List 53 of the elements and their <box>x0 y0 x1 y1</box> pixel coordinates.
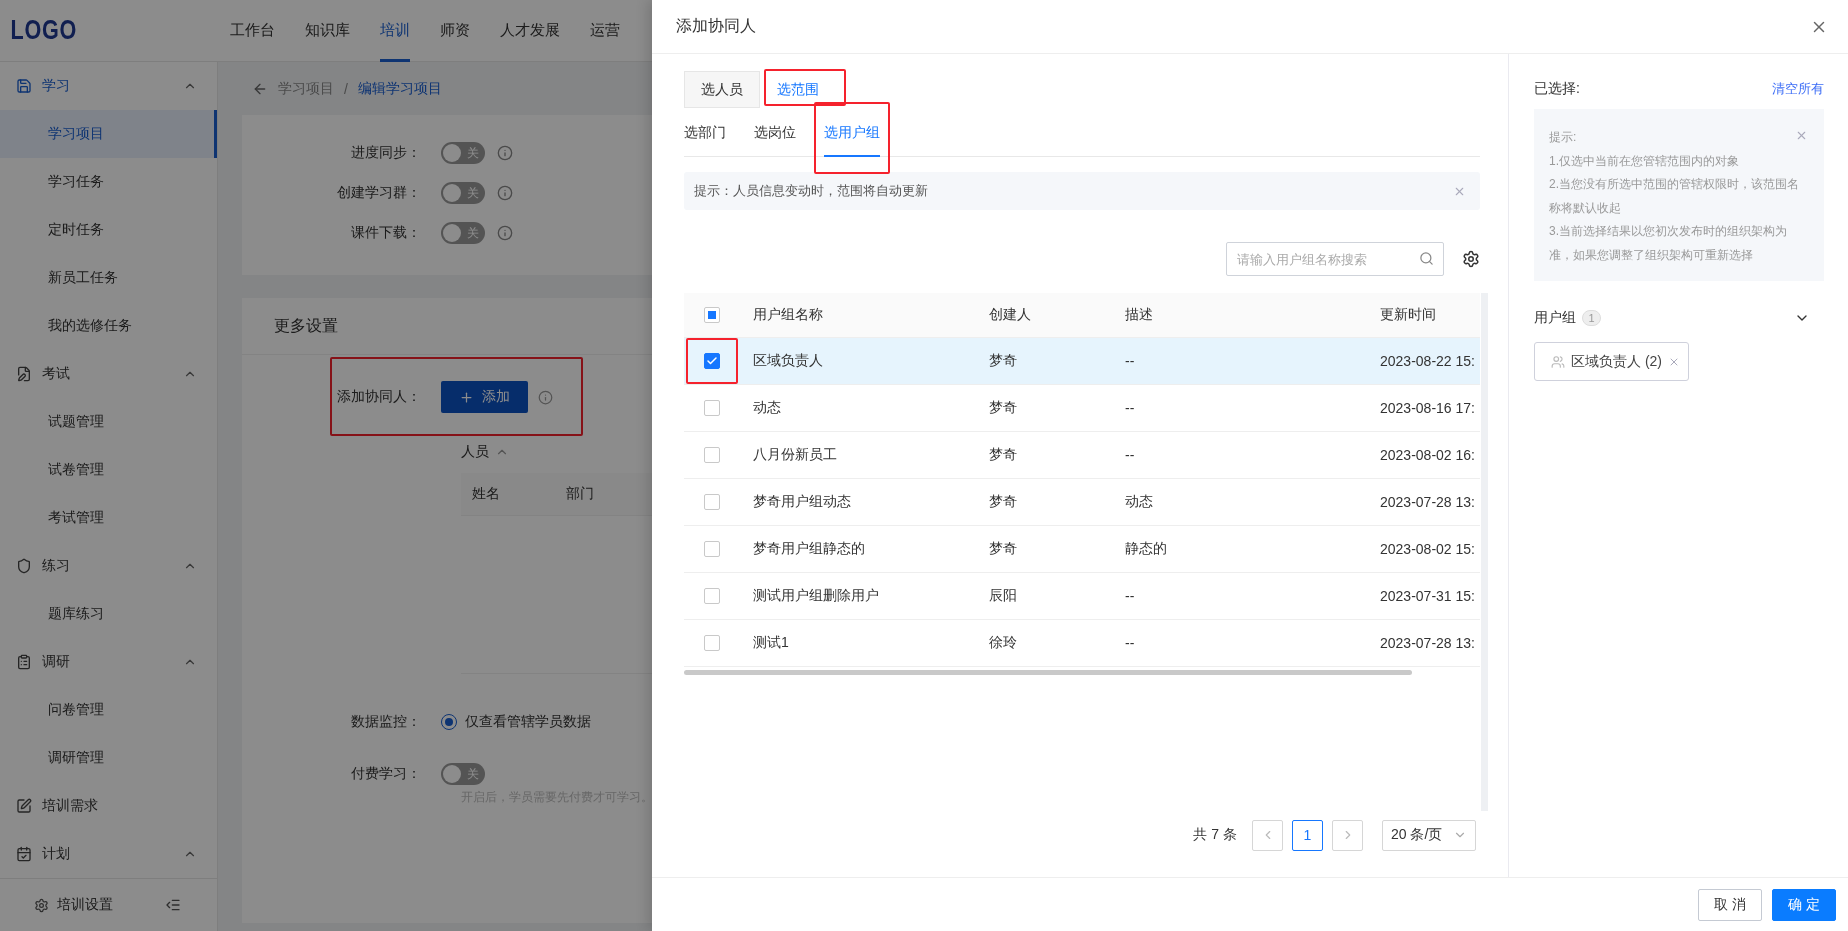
table-cell-text: 2023-08-02 15: <box>1379 541 1476 557</box>
table-cell-text: 2023-08-02 16: <box>1379 447 1476 463</box>
table-cell-text: 测试用户组删除用户 <box>752 587 880 605</box>
column-header: 姓名 <box>471 485 501 503</box>
table-cell-text: -- <box>1124 635 1136 651</box>
column-header: 部门 <box>565 485 595 503</box>
column-header: 更新时间 <box>1379 306 1437 324</box>
table-cell-text: 梦奇 <box>988 352 1018 370</box>
column-header: 用户组名称 <box>752 306 824 324</box>
tip-text: 2.当您没有所选中范围的管辖权限时，该范围名称将默认收起 <box>1549 176 1800 217</box>
table-cell-text: 八月份新员工 <box>752 446 838 464</box>
logo: LOGO <box>9 15 79 46</box>
total-count: 共 7 条 <box>1193 826 1237 844</box>
table-cell-text: 梦奇用户组动态 <box>752 493 852 511</box>
tip-text: 3.当前选择结果以您初次发布时的组织架构为准，如果您调整了组织架构可重新选择 <box>1549 223 1788 264</box>
table-cell-text: 2023-07-28 13: <box>1379 494 1476 510</box>
table-cell-text: 梦奇 <box>988 399 1018 417</box>
table-cell-text: 测试1 <box>752 634 790 652</box>
table-cell-text: -- <box>1124 353 1136 369</box>
table-cell-text: 辰阳 <box>988 587 1018 605</box>
table-cell-text: 2023-08-16 17: <box>1379 400 1476 416</box>
field-label: 数据监控： <box>350 713 422 731</box>
table-cell-text: -- <box>1124 447 1136 463</box>
count-badge: 1 <box>1582 310 1601 326</box>
table-cell-text: 区域负责人 <box>752 352 824 370</box>
panel-title: 已选择: <box>1534 80 1580 98</box>
table-cell-text: 2023-07-31 15: <box>1379 588 1476 604</box>
table-cell-text: 梦奇 <box>988 446 1018 464</box>
table-cell-text: 静态的 <box>1124 540 1168 558</box>
field-label: 付费学习： <box>350 765 422 783</box>
tip-text: 1.仅选中当前在您管辖范围内的对象 <box>1549 152 1739 170</box>
field-label: 添加协同人： <box>336 388 422 406</box>
table-cell-text: 梦奇用户组静态的 <box>752 540 866 558</box>
breadcrumb-separator: / <box>344 80 348 97</box>
selected-tag: 区域负责人 (2) <box>1534 342 1689 381</box>
field-label: 课件下载： <box>350 224 422 242</box>
notice-text: 提示：人员信息变动时，范围将自动更新 <box>694 182 928 200</box>
drawer-title: 添加协同人 <box>676 16 756 36</box>
table-cell-text: -- <box>1124 588 1136 604</box>
table-cell-text: 动态 <box>1124 493 1154 511</box>
tip-text: 提示: <box>1549 129 1577 146</box>
table-cell-text: 徐玲 <box>988 634 1018 652</box>
table-cell-text: 2023-08-22 15: <box>1379 353 1476 369</box>
table-cell-text: 梦奇 <box>988 540 1018 558</box>
table-cell-text: 梦奇 <box>988 493 1018 511</box>
column-header: 创建人 <box>988 306 1032 324</box>
table-cell-text: 2023-07-28 13: <box>1379 635 1476 651</box>
field-label: 进度同步： <box>350 144 422 162</box>
field-label: 创建学习群： <box>336 184 422 202</box>
column-header: 描述 <box>1124 306 1154 324</box>
group-label: 用户组 <box>1534 309 1576 327</box>
table-cell-text: -- <box>1124 400 1136 416</box>
table-cell-text: 动态 <box>752 399 782 417</box>
